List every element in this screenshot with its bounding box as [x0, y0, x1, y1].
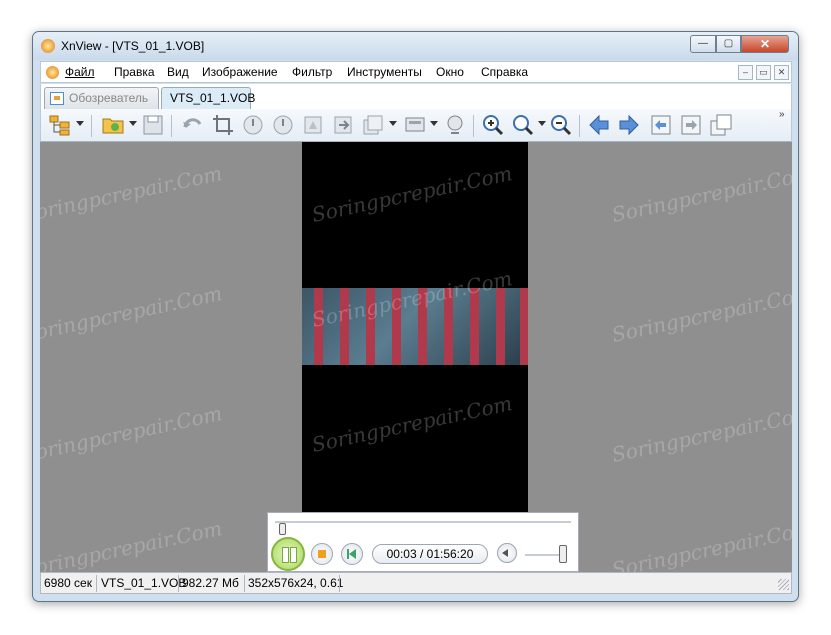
watermark: Soringpcrepair.Com: [40, 516, 225, 572]
print-icon[interactable]: [443, 113, 467, 137]
video-frame: [302, 142, 528, 572]
status-image-info: 352x576x24, 0.61: [248, 576, 344, 590]
capture-dropdown-icon[interactable]: [430, 121, 438, 126]
time-display: 00:03 / 01:56:20: [372, 544, 488, 564]
multi-page-icon[interactable]: [709, 113, 733, 137]
resize-grip[interactable]: [778, 579, 789, 590]
status-filename: VTS_01_1.VOB: [101, 576, 187, 590]
watermark: Soringpcrepair.Com: [40, 281, 225, 347]
batch-convert-icon[interactable]: [361, 113, 385, 137]
prev-image-icon[interactable]: [649, 113, 673, 137]
app-window: XnView - [VTS_01_1.VOB] — ▢ ✕ Файл Правк…: [32, 31, 799, 602]
xnview-app-icon[interactable]: [41, 39, 55, 53]
menu-file[interactable]: Файл: [65, 65, 95, 79]
scene-stripe: [520, 288, 528, 365]
scene-stripe: [366, 288, 375, 365]
export-icon[interactable]: [331, 113, 355, 137]
menu-filter[interactable]: Фильтр: [292, 65, 332, 79]
next-image-icon[interactable]: [679, 113, 703, 137]
menu-tools[interactable]: Инструменты: [347, 65, 422, 79]
status-divider: [244, 575, 245, 592]
zoom-1-1-icon[interactable]: [511, 113, 535, 137]
scene-stripe: [496, 288, 505, 365]
pause-button[interactable]: [271, 537, 305, 571]
menu-image[interactable]: Изображение: [202, 65, 278, 79]
seek-bar[interactable]: [275, 521, 571, 535]
status-divider: [178, 575, 179, 592]
toolbar: »: [40, 109, 792, 142]
volume-thumb[interactable]: [559, 545, 567, 563]
video-viewer[interactable]: Soringpcrepair.Com Soringpcrepair.Com So…: [40, 142, 792, 572]
watermark: Soringpcrepair.Com: [40, 401, 225, 467]
zoom-dropdown-icon[interactable]: [538, 121, 546, 126]
tab-label: Обозреватель: [69, 91, 149, 105]
status-divider: [96, 575, 97, 592]
menu-view[interactable]: Вид: [167, 65, 189, 79]
scene-stripe: [444, 288, 453, 365]
zoom-in-icon[interactable]: [481, 113, 505, 137]
arrow-right-icon[interactable]: [617, 113, 641, 137]
open-dropdown-icon[interactable]: [129, 121, 137, 126]
close-button[interactable]: ✕: [741, 35, 789, 53]
menu-window[interactable]: Окно: [436, 65, 464, 79]
browser-tab-icon: [50, 92, 64, 105]
scene-stripe: [392, 288, 401, 365]
status-divider: [339, 575, 340, 592]
mdi-minimize-button[interactable]: –: [738, 65, 753, 80]
scene-stripe: [340, 288, 349, 365]
tab-bar: Обозреватель VTS_01_1.VOB: [40, 84, 792, 109]
open-folder-icon[interactable]: [101, 113, 125, 137]
browser-icon[interactable]: [48, 113, 72, 137]
rotate-right-icon[interactable]: [271, 113, 295, 137]
watermark: Soringpcrepair.Com: [609, 161, 792, 227]
status-bar: 6980 сек VTS_01_1.VOB 982.27 Мб 352x576x…: [40, 572, 792, 594]
minimize-button[interactable]: —: [690, 35, 716, 53]
screen-capture-icon[interactable]: [403, 113, 427, 137]
toolbar-overflow-icon[interactable]: »: [779, 109, 785, 120]
browser-dropdown-icon[interactable]: [76, 121, 84, 126]
toolbar-separator: [171, 115, 172, 137]
undo-icon[interactable]: [181, 113, 205, 137]
menu-help[interactable]: Справка: [481, 65, 528, 79]
menu-edit[interactable]: Правка: [114, 65, 155, 79]
mdi-restore-button[interactable]: ▭: [756, 65, 771, 80]
tab-label: VTS_01_1.VOB: [170, 91, 256, 105]
watermark: Soringpcrepair.Com: [609, 401, 792, 467]
maximize-button[interactable]: ▢: [716, 35, 741, 53]
save-icon[interactable]: [141, 113, 165, 137]
toolbar-separator: [91, 115, 92, 137]
scene-stripe: [470, 288, 479, 365]
status-duration: 6980 сек: [44, 576, 92, 590]
status-filesize: 982.27 Мб: [182, 576, 239, 590]
video-scene: [302, 288, 528, 365]
previous-button[interactable]: [341, 543, 363, 565]
crop-icon[interactable]: [211, 113, 235, 137]
stop-button[interactable]: [311, 543, 333, 565]
batch-dropdown-icon[interactable]: [389, 121, 397, 126]
volume-icon[interactable]: [497, 543, 517, 563]
tab-browser[interactable]: Обозреватель: [44, 87, 159, 109]
mdi-close-button[interactable]: ✕: [774, 65, 789, 80]
scene-stripe: [314, 288, 323, 365]
scene-stripe: [418, 288, 427, 365]
zoom-out-icon[interactable]: [549, 113, 573, 137]
rotate-left-icon[interactable]: [241, 113, 265, 137]
toolbar-separator: [579, 115, 580, 137]
seek-thumb[interactable]: [279, 523, 286, 535]
flip-icon[interactable]: [301, 113, 325, 137]
title-bar[interactable]: XnView - [VTS_01_1.VOB] — ▢ ✕: [33, 32, 798, 60]
watermark: Soringpcrepair.Com: [609, 281, 792, 347]
watermark: Soringpcrepair.Com: [609, 516, 792, 572]
toolbar-separator: [473, 115, 474, 137]
document-menu-icon[interactable]: [46, 66, 59, 79]
watermark: Soringpcrepair.Com: [40, 161, 225, 227]
window-title: XnView - [VTS_01_1.VOB]: [61, 39, 205, 53]
media-player-controls: 00:03 / 01:56:20: [267, 512, 579, 572]
menu-bar: Файл Правка Вид Изображение Фильтр Инстр…: [40, 61, 792, 83]
tab-vts-file[interactable]: VTS_01_1.VOB: [161, 87, 255, 109]
arrow-left-icon[interactable]: [587, 113, 611, 137]
